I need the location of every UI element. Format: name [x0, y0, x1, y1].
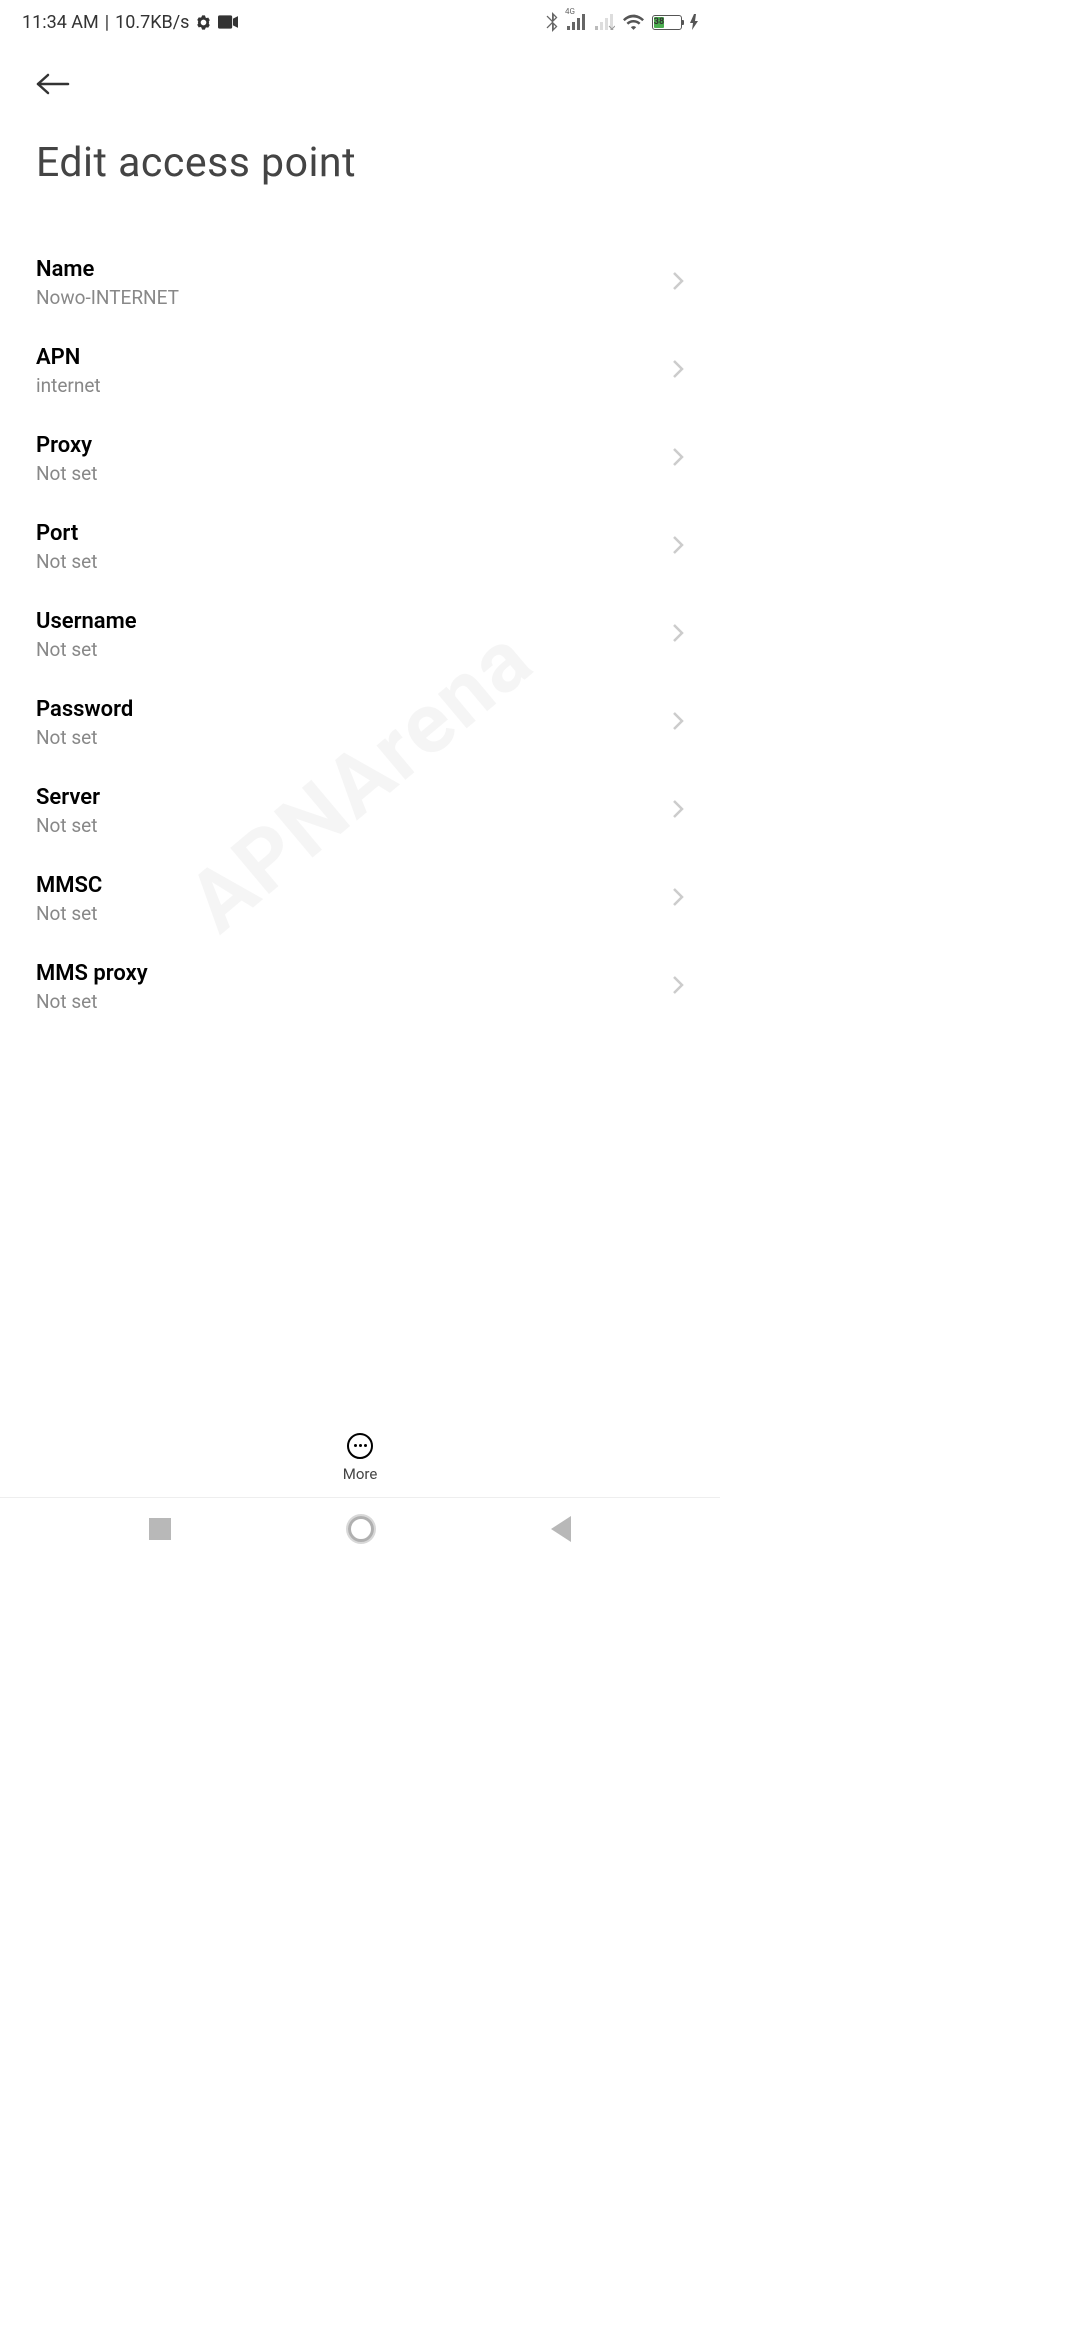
more-button[interactable]: More: [343, 1433, 378, 1483]
chevron-right-icon: [672, 975, 684, 999]
setting-value: Not set: [36, 990, 148, 1013]
app-header: Edit access point: [0, 44, 720, 187]
status-bar: 11:34 AM | 10.7KB/s 4G 38: [0, 0, 720, 44]
setting-value: internet: [36, 374, 101, 397]
back-button[interactable]: [36, 64, 76, 104]
bottom-action-bar: More: [0, 1418, 720, 1498]
setting-label: Port: [36, 521, 97, 546]
settings-list: Name Nowo-INTERNET APN internet Proxy No…: [0, 239, 720, 1069]
setting-value: Nowo-INTERNET: [36, 286, 179, 309]
status-data-speed: 10.7KB/s: [115, 12, 189, 33]
setting-label: Username: [36, 609, 137, 634]
battery-icon: 38: [652, 15, 682, 30]
setting-label: Proxy: [36, 433, 97, 458]
setting-value: Not set: [36, 814, 100, 837]
setting-value: Not set: [36, 902, 102, 925]
setting-mms-proxy[interactable]: MMS proxy Not set: [36, 943, 684, 1031]
setting-password[interactable]: Password Not set: [36, 679, 684, 767]
setting-label: Name: [36, 257, 179, 282]
chevron-right-icon: [672, 799, 684, 823]
more-label: More: [343, 1465, 378, 1483]
setting-label: Password: [36, 697, 133, 722]
setting-name[interactable]: Name Nowo-INTERNET: [36, 239, 684, 327]
video-icon: [218, 15, 238, 29]
setting-label: Server: [36, 785, 100, 810]
chevron-right-icon: [672, 711, 684, 735]
chevron-right-icon: [672, 271, 684, 295]
setting-value: Not set: [36, 638, 137, 661]
setting-label: MMS proxy: [36, 961, 148, 986]
nav-home-button[interactable]: [348, 1516, 374, 1542]
setting-value: Not set: [36, 550, 97, 573]
chevron-right-icon: [672, 359, 684, 383]
setting-apn[interactable]: APN internet: [36, 327, 684, 415]
nav-back-button[interactable]: [551, 1516, 571, 1542]
setting-value: Not set: [36, 726, 133, 749]
chevron-right-icon: [672, 447, 684, 471]
navigation-bar: [0, 1498, 720, 1560]
signal-4g-icon: 4G: [567, 14, 587, 30]
more-icon: [347, 1433, 373, 1459]
setting-port[interactable]: Port Not set: [36, 503, 684, 591]
chevron-right-icon: [672, 535, 684, 559]
bluetooth-icon: [545, 12, 559, 32]
signal-weak-icon: [595, 14, 615, 30]
battery-level: 38: [654, 17, 664, 28]
chevron-right-icon: [672, 623, 684, 647]
setting-value: Not set: [36, 462, 97, 485]
chevron-right-icon: [672, 887, 684, 911]
wifi-icon: [623, 14, 644, 30]
setting-server[interactable]: Server Not set: [36, 767, 684, 855]
setting-username[interactable]: Username Not set: [36, 591, 684, 679]
setting-proxy[interactable]: Proxy Not set: [36, 415, 684, 503]
status-separator: |: [105, 12, 109, 33]
gear-icon: [195, 14, 212, 31]
charging-icon: [690, 14, 698, 30]
status-time: 11:34 AM: [22, 12, 99, 33]
page-title: Edit access point: [36, 139, 684, 187]
setting-mmsc[interactable]: MMSC Not set: [36, 855, 684, 943]
setting-label: APN: [36, 345, 101, 370]
nav-recent-button[interactable]: [149, 1518, 171, 1540]
arrow-left-icon: [36, 73, 70, 95]
setting-label: MMSC: [36, 873, 102, 898]
